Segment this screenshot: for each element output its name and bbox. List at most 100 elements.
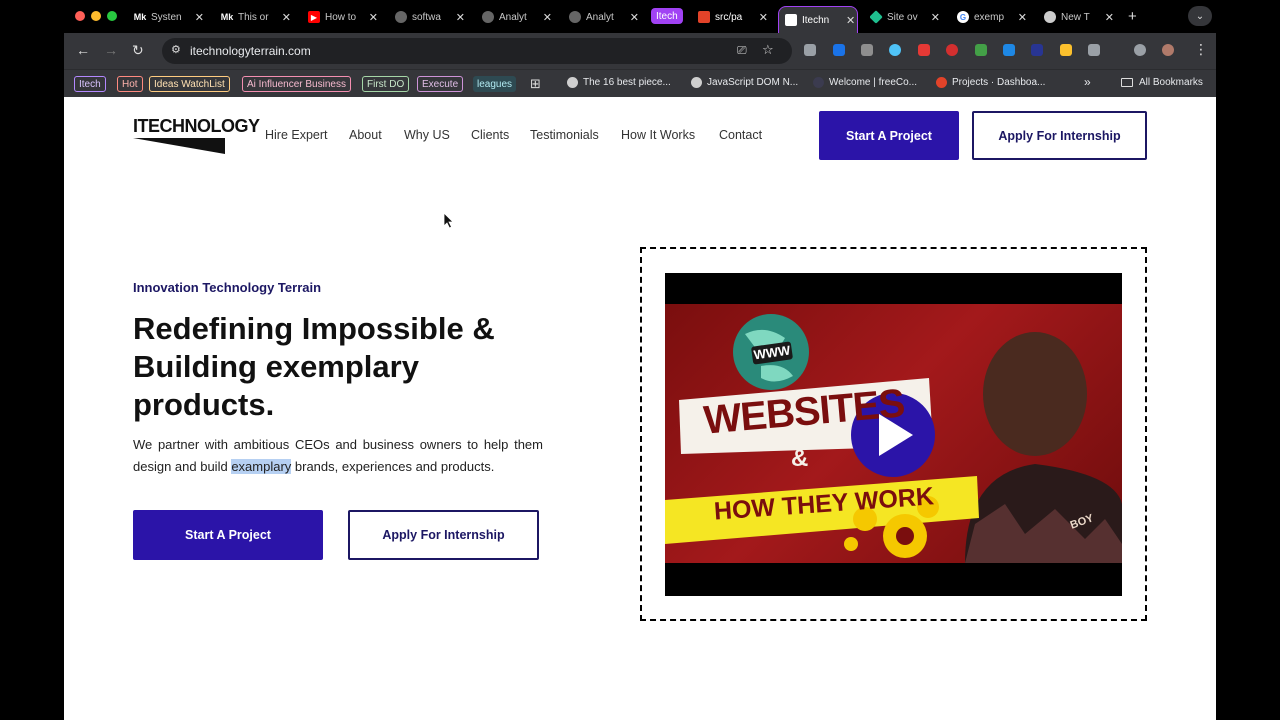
tab[interactable]: New T ✕	[1044, 6, 1114, 28]
diamond-icon	[870, 10, 883, 24]
tab-search-icon[interactable]: ⌄	[1188, 6, 1212, 26]
nav-contact[interactable]: Contact	[719, 128, 762, 142]
close-tab-icon[interactable]: ✕	[931, 11, 940, 24]
hero-subtext: We partner with ambitious CEOs and busin…	[133, 437, 543, 474]
tab[interactable]: Analyt ✕	[482, 6, 552, 28]
extension-icon[interactable]	[861, 44, 873, 56]
extension-icon[interactable]	[918, 44, 930, 56]
tab[interactable]: Site ov ✕	[870, 6, 940, 28]
hero-apply-internship-button[interactable]: Apply For Internship	[348, 510, 539, 560]
gitlab-icon	[698, 11, 710, 23]
youtube-icon: ▶	[308, 11, 320, 23]
tab[interactable]: src/pa ✕	[698, 6, 768, 28]
logo-text: ITECHNOLOGY	[133, 116, 260, 136]
header-start-project-button[interactable]: Start A Project	[819, 111, 959, 160]
tab-group-label[interactable]: Itech	[651, 8, 683, 24]
reload-icon[interactable]: ↻	[132, 42, 144, 59]
bookmark-star-icon[interactable]: ☆	[762, 42, 774, 58]
bookmarks-overflow-icon[interactable]: »	[1084, 75, 1091, 89]
video-thumbnail[interactable]: WWW WEBSITES & HOW THEY WORK BOY	[665, 304, 1122, 563]
bookmark-chip[interactable]: Ai Influencer Business	[242, 76, 351, 92]
hero-headline: Redefining Impossible & Building exempla…	[133, 311, 495, 422]
nav-hire-expert[interactable]: Hire Expert	[265, 128, 328, 142]
close-window-button[interactable]	[75, 11, 85, 21]
highlighted-word: examplary	[231, 459, 292, 474]
bookmarks-bar: Itech Hot Ideas WatchList Ai Influencer …	[64, 69, 1216, 97]
bookmark-chip[interactable]: Ideas WatchList	[149, 76, 230, 92]
nav-how-it-works[interactable]: How It Works	[621, 128, 695, 142]
bookmark-item[interactable]: Projects · Dashboa...	[936, 77, 1045, 88]
menu-kebab-icon[interactable]: ⋮	[1194, 41, 1208, 58]
google-icon: G	[957, 11, 969, 23]
tab[interactable]: ▶ How to ✕	[308, 6, 378, 28]
freecodecamp-icon	[813, 77, 824, 88]
globe-icon	[691, 77, 702, 88]
video-player[interactable]: WWW WEBSITES & HOW THEY WORK BOY	[665, 273, 1122, 596]
extensions-puzzle-icon[interactable]	[1088, 44, 1100, 56]
close-tab-icon[interactable]: ✕	[195, 11, 204, 24]
bookmark-chip[interactable]: First DO	[362, 76, 410, 92]
address-bar[interactable]: ⚙ itechnologyterrain.com ⎚ ☆	[162, 38, 792, 64]
nav-testimonials[interactable]: Testimonials	[530, 128, 599, 142]
url-text[interactable]: itechnologyterrain.com	[190, 44, 311, 58]
bookmark-item[interactable]: The 16 best piece...	[567, 77, 671, 88]
close-tab-icon[interactable]: ✕	[282, 11, 291, 24]
site-logo[interactable]: ITECHNOLOGY	[133, 116, 260, 154]
tab-bar: Mk Systen ✕ Mk This or ✕ ▶ How to ✕ softwa ✕…	[0, 0, 1280, 33]
tab[interactable]: Analyt ✕	[569, 6, 639, 28]
site-info-icon[interactable]: ⚙	[171, 43, 181, 56]
extension-icon[interactable]	[889, 44, 901, 56]
close-tab-icon[interactable]: ✕	[1018, 11, 1027, 24]
nav-why-us[interactable]: Why US	[404, 128, 450, 142]
folder-icon	[1121, 78, 1133, 87]
close-tab-icon[interactable]: ✕	[543, 11, 552, 24]
nav-clients[interactable]: Clients	[471, 128, 509, 142]
profile-avatar[interactable]	[1162, 44, 1174, 56]
all-bookmarks[interactable]: All Bookmarks	[1121, 77, 1203, 88]
new-tab-icon[interactable]: +	[1128, 8, 1137, 25]
hero-start-project-button[interactable]: Start A Project	[133, 510, 323, 560]
gitlab-icon	[936, 77, 947, 88]
close-tab-icon[interactable]: ✕	[759, 11, 768, 24]
extension-icon[interactable]	[833, 44, 845, 56]
minimize-window-button[interactable]	[91, 11, 101, 21]
close-tab-icon[interactable]: ✕	[630, 11, 639, 24]
bookmark-chip[interactable]: Execute	[417, 76, 464, 92]
screen: Mk Systen ✕ Mk This or ✕ ▶ How to ✕ softwa ✕…	[0, 0, 1280, 720]
apps-grid-icon[interactable]: ⊞	[530, 76, 541, 92]
close-tab-icon[interactable]: ✕	[369, 11, 378, 24]
bookmark-item[interactable]: JavaScript DOM N...	[691, 77, 798, 88]
close-tab-icon[interactable]: ✕	[1105, 11, 1114, 24]
bookmark-chip[interactable]: leagues	[473, 76, 517, 92]
extension-icon[interactable]	[1003, 44, 1015, 56]
tab[interactable]: Mk Systen ✕	[134, 6, 204, 28]
extension-icon[interactable]	[975, 44, 987, 56]
medium-icon: Mk	[134, 11, 147, 23]
extension-icon[interactable]	[1031, 44, 1043, 56]
sync-icon[interactable]	[1134, 44, 1146, 56]
medium-icon: Mk	[221, 11, 234, 23]
zoom-window-button[interactable]	[107, 11, 117, 21]
browser-toolbar: ← → ↻ ⚙ itechnologyterrain.com ⎚ ☆ ⋮	[64, 33, 1216, 69]
forward-icon[interactable]: →	[104, 42, 118, 58]
tab[interactable]: softwa ✕	[395, 6, 465, 28]
extension-icon[interactable]	[1060, 44, 1072, 56]
back-icon[interactable]: ←	[76, 42, 90, 58]
bookmark-chip[interactable]: Hot	[117, 76, 143, 92]
extension-icon[interactable]	[946, 44, 958, 56]
tab-active[interactable]: Itechn ✕	[778, 6, 858, 33]
logo-wedge-icon	[133, 138, 225, 154]
thumbnail-ampersand: &	[791, 445, 809, 472]
camera-extension-icon[interactable]	[804, 44, 816, 56]
close-tab-icon[interactable]: ✕	[456, 11, 465, 24]
globe-icon	[569, 11, 581, 23]
globe-icon	[567, 77, 578, 88]
header-apply-internship-button[interactable]: Apply For Internship	[972, 111, 1147, 160]
bookmark-chip[interactable]: Itech	[74, 76, 106, 92]
install-app-icon[interactable]: ⎚	[737, 43, 747, 58]
nav-about[interactable]: About	[349, 128, 382, 142]
close-tab-icon[interactable]: ✕	[846, 14, 855, 27]
tab[interactable]: G exemp ✕	[957, 6, 1027, 28]
bookmark-item[interactable]: Welcome | freeCo...	[813, 77, 917, 88]
tab[interactable]: Mk This or ✕	[221, 6, 291, 28]
